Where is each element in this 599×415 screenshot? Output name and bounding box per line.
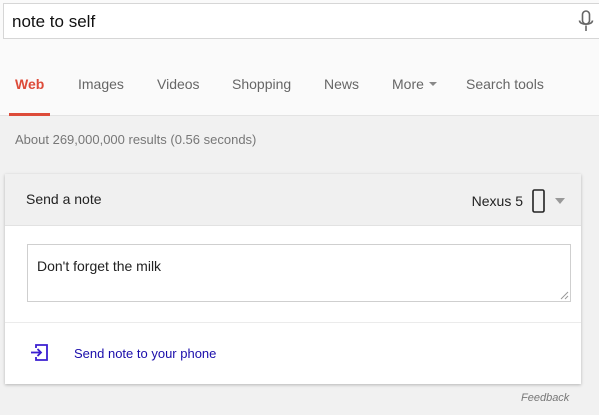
results-stats: About 269,000,000 results (0.56 seconds) [15, 132, 257, 147]
tab-web[interactable]: Web [8, 76, 51, 116]
tab-videos[interactable]: Videos [157, 76, 200, 116]
tab-more[interactable]: More [392, 76, 437, 116]
chevron-down-icon [428, 82, 437, 86]
phone-icon [532, 189, 545, 213]
send-note-button[interactable]: Send note to your phone [5, 323, 581, 384]
device-name: Nexus 5 [471, 193, 523, 209]
send-note-card: Send a note Nexus 5 Don't forget the mil… [5, 174, 581, 384]
send-note-link[interactable]: Send note to your phone [74, 346, 216, 361]
top-bar: Web Images Videos Shopping News More Sea… [0, 0, 599, 116]
tab-images[interactable]: Images [78, 76, 124, 116]
send-to-device-icon [31, 344, 48, 361]
search-tabs: Web Images Videos Shopping News More Sea… [0, 68, 599, 116]
search-input[interactable] [12, 10, 552, 34]
card-header: Send a note Nexus 5 [5, 174, 581, 226]
device-selector[interactable]: Nexus 5 [472, 188, 565, 214]
note-textarea[interactable]: Don't forget the milk [27, 244, 571, 302]
triangle-down-icon [555, 198, 565, 204]
search-box[interactable] [3, 3, 599, 39]
microphone-icon[interactable] [577, 10, 595, 34]
resize-grip-icon[interactable] [560, 291, 569, 300]
feedback-link[interactable]: Feedback [521, 392, 569, 404]
card-title: Send a note [26, 191, 102, 207]
tab-news[interactable]: News [324, 76, 359, 116]
tab-search-tools[interactable]: Search tools [466, 76, 544, 116]
tab-shopping[interactable]: Shopping [232, 76, 291, 116]
